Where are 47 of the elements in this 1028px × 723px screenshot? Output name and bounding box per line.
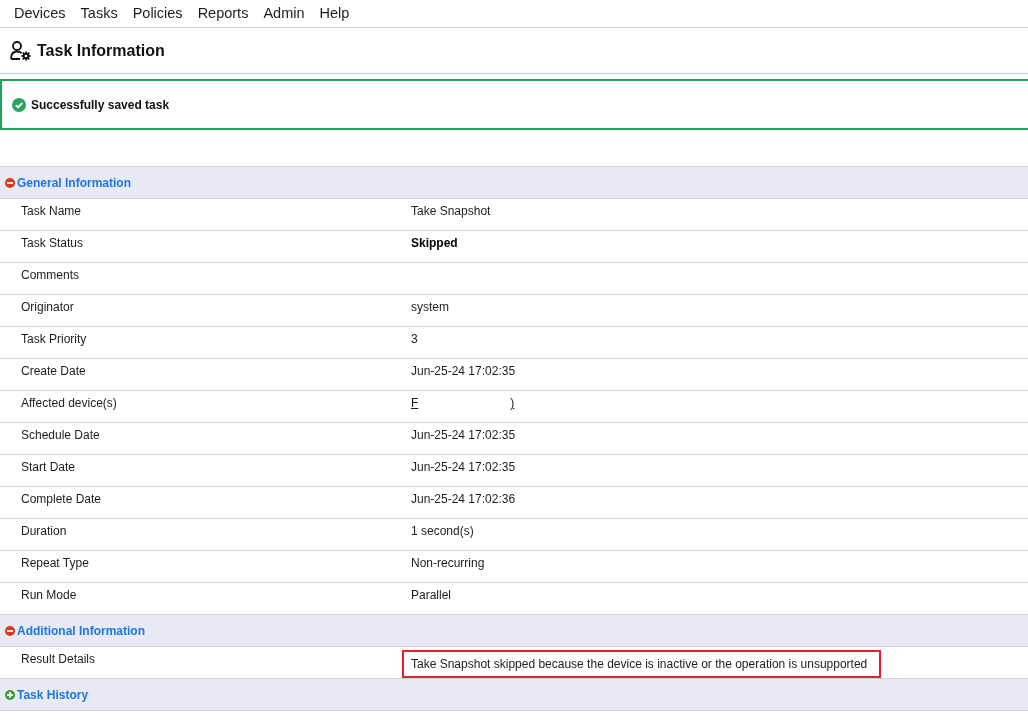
device-link[interactable]: F [411, 394, 419, 412]
page-title: Task Information [37, 40, 165, 61]
section-title[interactable]: Task History [17, 685, 89, 704]
collapse-icon[interactable] [5, 625, 15, 636]
field-value: 3 [411, 331, 418, 348]
field-label: Result Details [20, 651, 97, 668]
menu-item[interactable]: Devices [14, 2, 66, 25]
field-label: Run Mode [20, 587, 78, 604]
field-label: Start Date [20, 459, 77, 476]
field-label: Task Status [20, 235, 85, 252]
field-value: Jun-25-24 17:02:35 [411, 459, 516, 476]
check-circle-icon [12, 97, 26, 112]
field-label: Create Date [20, 363, 87, 380]
menu-item[interactable]: Tasks [80, 2, 118, 25]
device-link[interactable]: ) [510, 394, 515, 412]
field-label: Complete Date [20, 491, 103, 508]
field-value: Parallel [411, 587, 452, 604]
field-label: Affected device(s) [20, 395, 118, 412]
menu-item[interactable]: Help [319, 2, 350, 25]
field-label: Comments [20, 267, 80, 284]
section-header[interactable]: General Information [0, 167, 1028, 199]
field-label: Task Name [20, 203, 83, 220]
field-label: Repeat Type [20, 555, 90, 572]
section-title[interactable]: Additional Information [17, 621, 145, 640]
field-value: Jun-25-24 17:02:35 [411, 363, 516, 380]
field-value: Take Snapshot [411, 203, 491, 220]
section-header[interactable]: Task History [0, 679, 1028, 711]
highlighted-result-text: Take Snapshot skipped because the device is inactive or the operation is unsupported [402, 650, 882, 678]
field-label: Originator [20, 299, 75, 316]
field-label: Task Priority [20, 331, 88, 348]
field-label: Schedule Date [20, 427, 101, 444]
field-value: Non-recurring [411, 555, 485, 572]
menu-item[interactable]: Policies [132, 2, 183, 25]
collapse-icon[interactable] [5, 177, 15, 188]
field-value: 1 second(s) [411, 523, 474, 540]
field-value: Jun-25-24 17:02:36 [411, 491, 516, 508]
status-value: Skipped [411, 235, 458, 252]
menu-item[interactable]: Admin [263, 2, 305, 25]
field-value: system [411, 299, 449, 316]
menu-item[interactable]: Reports [197, 2, 249, 25]
field-label: Duration [20, 523, 68, 540]
section-title[interactable]: General Information [17, 173, 132, 192]
field-value: Jun-25-24 17:02:35 [411, 427, 516, 444]
alert-message: Successfully saved task [31, 96, 170, 114]
section-header[interactable]: Additional Information [0, 615, 1028, 647]
expand-icon[interactable] [5, 689, 15, 700]
person-gear-icon [10, 40, 31, 61]
